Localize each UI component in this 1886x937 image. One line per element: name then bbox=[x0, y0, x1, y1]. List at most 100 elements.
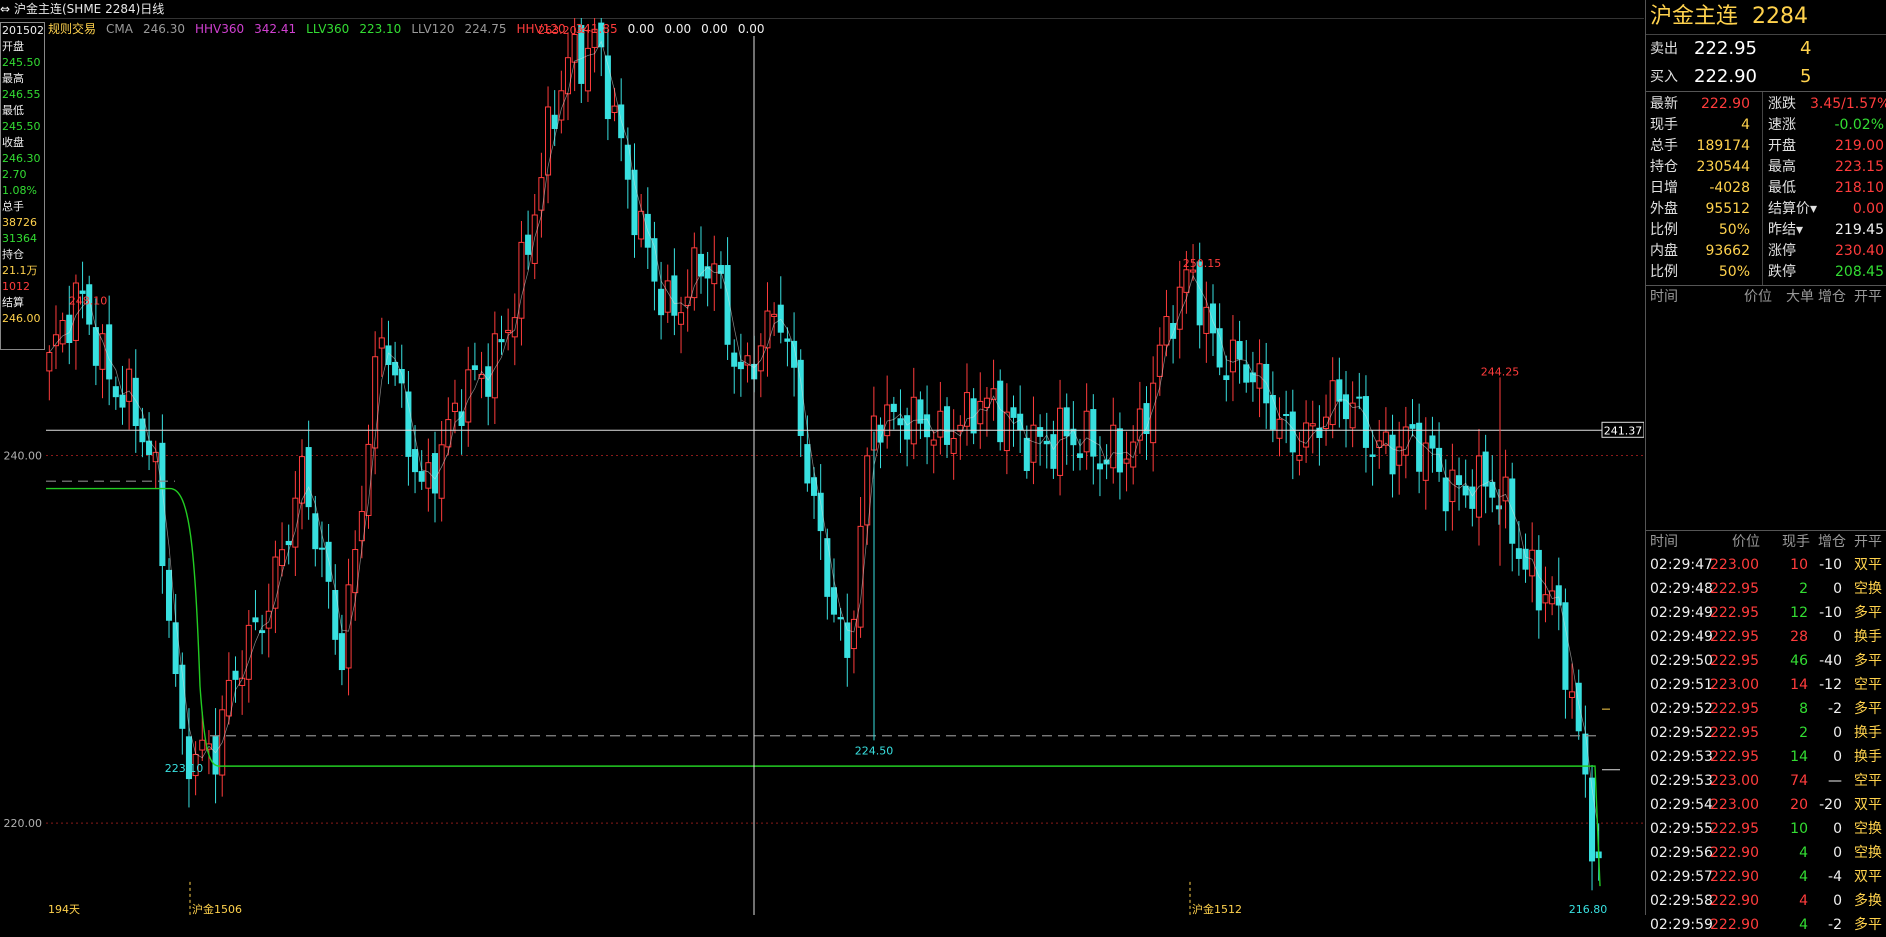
last-low-label: 216.80 bbox=[1569, 903, 1608, 915]
tick-increment: -10 bbox=[1819, 605, 1842, 621]
tick-row: 02:29:53 222.95 14 0 换手 bbox=[1646, 745, 1886, 769]
candle-up bbox=[1449, 469, 1456, 503]
tick-list[interactable]: 02:29:47 223.00 10 -10 双平 02:29:48 222.95 2 0 空换 0… bbox=[1646, 553, 1886, 937]
candle-down bbox=[1090, 409, 1097, 457]
indicator-item: 0.00 bbox=[701, 22, 728, 36]
tick-row: 02:29:50 222.95 46 -40 多平 bbox=[1646, 649, 1886, 673]
candle-down bbox=[525, 234, 532, 255]
candle-up bbox=[1156, 344, 1163, 377]
candle-down bbox=[1336, 379, 1343, 402]
candle-down bbox=[338, 633, 345, 671]
tick-price: 222.95 bbox=[1710, 629, 1759, 645]
candle-up bbox=[711, 263, 718, 285]
indicator-item: LLV360 bbox=[306, 22, 350, 36]
tick-volume: 4 bbox=[1799, 893, 1808, 909]
candle-up bbox=[1136, 408, 1143, 441]
candle-down bbox=[1469, 486, 1476, 509]
info-box-line: 收盘 bbox=[2, 136, 24, 149]
tick-price: 223.00 bbox=[1710, 677, 1759, 693]
tick-increment: 0 bbox=[1833, 749, 1842, 765]
tick-header-vol: 现手 bbox=[1782, 534, 1810, 550]
tick-increment: -10 bbox=[1819, 557, 1842, 573]
tick-open-close: 双平 bbox=[1854, 797, 1882, 813]
candle-down bbox=[1495, 505, 1502, 510]
quote-key-right: 涨跌 bbox=[1768, 96, 1796, 112]
candle-down bbox=[1209, 303, 1217, 334]
quote-panel: 沪金主连 2284 卖出 222.95 4 买入 222.90 5 最新 222.9… bbox=[1645, 0, 1886, 933]
candle-up bbox=[225, 679, 232, 717]
candle-down bbox=[997, 380, 1004, 443]
candle-up bbox=[1329, 380, 1336, 426]
tick-time: 02:29:58 bbox=[1650, 893, 1713, 909]
candle-down bbox=[325, 541, 332, 582]
tick-volume: 14 bbox=[1790, 749, 1808, 765]
tick-open-close: 空平 bbox=[1854, 677, 1882, 693]
low-label: 223.10 bbox=[165, 762, 204, 775]
candle-down bbox=[1409, 424, 1416, 429]
bar-info-box: 20150225 开盘 245.50 最高 246.55 最低 245.50 收盘 246.30… bbox=[0, 22, 45, 350]
quote-key-left: 总手 bbox=[1650, 138, 1678, 154]
tick-volume: 10 bbox=[1790, 821, 1808, 837]
quote-key-left: 持仓 bbox=[1650, 159, 1678, 175]
tick-volume: 14 bbox=[1790, 677, 1808, 693]
candle-up bbox=[764, 310, 771, 349]
candle-down bbox=[784, 338, 791, 342]
quote-row: 内盘 93662 涨停 230.40 bbox=[1646, 241, 1886, 262]
big-order-list[interactable] bbox=[1646, 308, 1886, 531]
candle-down bbox=[106, 324, 113, 380]
tick-open-close: 换手 bbox=[1854, 749, 1882, 765]
candle-up bbox=[1190, 269, 1197, 273]
quote-key-right: 开盘 bbox=[1768, 138, 1796, 154]
tick-price: 223.00 bbox=[1710, 797, 1759, 813]
tick-volume: 2 bbox=[1799, 581, 1808, 597]
candle-down bbox=[112, 386, 119, 398]
candle-down bbox=[1509, 478, 1516, 544]
kline-chart[interactable]: 240.00220.00241.37沪金1506 沪金1512248.10263.… bbox=[0, 18, 1644, 915]
indicator-item: LLV120 bbox=[411, 22, 455, 36]
tick-header: 时间 价位 现手 增仓 开平 bbox=[1646, 531, 1886, 553]
candle-up bbox=[1542, 594, 1549, 604]
tick-volume: 10 bbox=[1790, 557, 1808, 573]
candle-down bbox=[844, 622, 851, 658]
quote-value-right: 219.00 bbox=[1835, 138, 1884, 154]
tick-increment: -2 bbox=[1828, 917, 1842, 933]
info-box-line: 总手 bbox=[2, 200, 24, 213]
candle-down bbox=[1522, 548, 1529, 570]
indicator-item: 223.10 bbox=[359, 22, 402, 36]
candle-down bbox=[458, 411, 465, 426]
candle-up bbox=[1402, 426, 1409, 456]
candle-down bbox=[1442, 477, 1449, 512]
candle-up bbox=[445, 419, 452, 448]
candle-up bbox=[345, 584, 352, 669]
indicator-item: 342.41 bbox=[254, 22, 297, 36]
indicator-item: 0.00 bbox=[627, 22, 655, 36]
quote-key-left: 比例 bbox=[1650, 222, 1678, 238]
candle-up bbox=[1057, 407, 1064, 476]
candle-down bbox=[1362, 396, 1369, 448]
candle-up bbox=[265, 610, 272, 629]
candle-down bbox=[1482, 451, 1489, 487]
tick-increment: 0 bbox=[1833, 845, 1842, 861]
info-box-line: 2.70 bbox=[2, 168, 27, 181]
tick-time: 02:29:57 bbox=[1650, 869, 1713, 885]
quote-value-left: 4 bbox=[1741, 117, 1750, 133]
bid-price: 222.90 bbox=[1694, 66, 1757, 87]
quote-key-left: 内盘 bbox=[1650, 243, 1678, 259]
candle-up bbox=[664, 280, 671, 313]
contract-marker-label: 沪金1506 bbox=[192, 902, 242, 915]
tick-increment: -12 bbox=[1819, 677, 1842, 693]
candle-up bbox=[937, 410, 944, 438]
tick-time: 02:29:51 bbox=[1650, 677, 1713, 693]
indicator-item: CMA bbox=[106, 22, 133, 36]
tick-open-close: 多换 bbox=[1854, 893, 1882, 909]
quote-value-left: 93662 bbox=[1705, 243, 1750, 259]
tick-increment: — bbox=[1828, 773, 1842, 789]
quote-key-left: 最新 bbox=[1650, 96, 1678, 112]
kline-chart-area[interactable]: 240.00 220.00 241.37 沪金1506 沪金1512 248.10 263.… bbox=[0, 18, 1644, 915]
tick-price: 222.95 bbox=[1710, 749, 1759, 765]
candle-down bbox=[405, 391, 412, 457]
candle-down bbox=[837, 617, 844, 620]
candle-down bbox=[824, 538, 831, 597]
window-menu-icon[interactable]: ⇔ bbox=[0, 0, 14, 18]
candle-up bbox=[950, 437, 957, 454]
